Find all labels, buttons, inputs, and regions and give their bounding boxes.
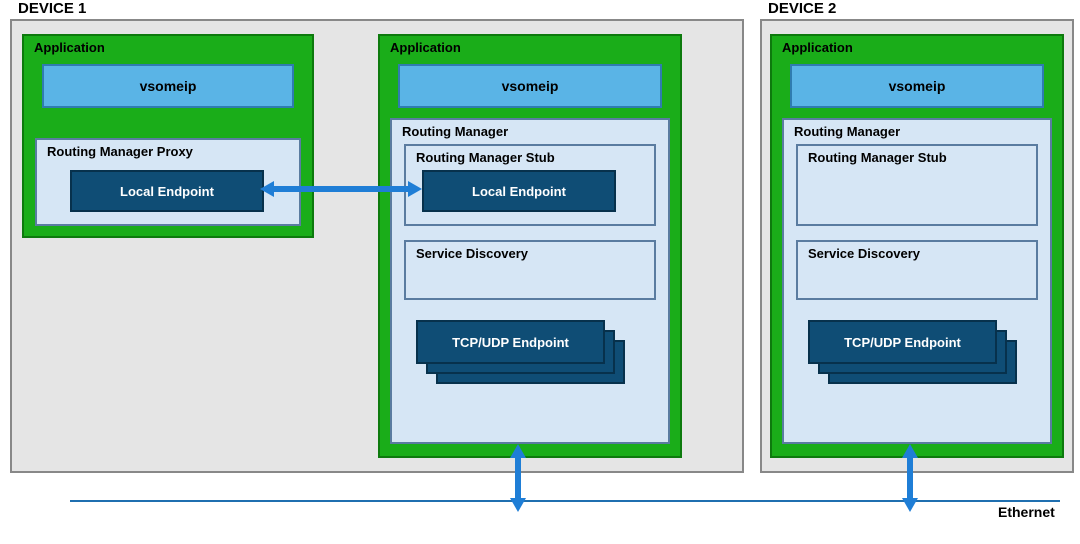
rm-label: Routing Manager xyxy=(794,124,900,139)
d1-app2-tcpudp: TCP/UDP Endpoint xyxy=(416,320,605,364)
application-label: Application xyxy=(782,40,853,55)
rm-label: Routing Manager xyxy=(402,124,508,139)
d1-app2-local-endpoint: Local Endpoint xyxy=(422,170,616,212)
local-endpoint-text: Local Endpoint xyxy=(120,184,214,199)
application-label: Application xyxy=(390,40,461,55)
d1-app2-vsomeip: vsomeip xyxy=(398,64,662,108)
arrow-head-down-icon xyxy=(510,498,526,512)
ethernet-label: Ethernet xyxy=(998,504,1055,520)
vsomeip-text: vsomeip xyxy=(140,78,197,94)
arrow-d2-ethernet xyxy=(907,458,913,498)
d1-app1-local-endpoint: Local Endpoint xyxy=(70,170,264,212)
d2-sd: Service Discovery xyxy=(796,240,1038,300)
arrow-head-up-icon xyxy=(902,444,918,458)
vsomeip-text: vsomeip xyxy=(502,78,559,94)
rmstub-label: Routing Manager Stub xyxy=(808,150,947,165)
d2-rmstub: Routing Manager Stub xyxy=(796,144,1038,226)
d1-app1-vsomeip: vsomeip xyxy=(42,64,294,108)
arrow-head-right-icon xyxy=(408,181,422,197)
vsomeip-text: vsomeip xyxy=(889,78,946,94)
tcpudp-text: TCP/UDP Endpoint xyxy=(844,335,961,350)
arrow-local-endpoints xyxy=(274,186,408,192)
rmproxy-label: Routing Manager Proxy xyxy=(47,144,193,159)
sd-label: Service Discovery xyxy=(416,246,528,261)
device2-label: DEVICE 2 xyxy=(768,0,836,17)
d1-app2-sd: Service Discovery xyxy=(404,240,656,300)
arrow-head-up-icon xyxy=(510,444,526,458)
local-endpoint-text: Local Endpoint xyxy=(472,184,566,199)
arrow-head-down-icon xyxy=(902,498,918,512)
tcpudp-text: TCP/UDP Endpoint xyxy=(452,335,569,350)
arrow-head-left-icon xyxy=(260,181,274,197)
application-label: Application xyxy=(34,40,105,55)
rmstub-label: Routing Manager Stub xyxy=(416,150,555,165)
arrow-d1-ethernet xyxy=(515,458,521,498)
d2-tcpudp: TCP/UDP Endpoint xyxy=(808,320,997,364)
sd-label: Service Discovery xyxy=(808,246,920,261)
device1-label: DEVICE 1 xyxy=(18,0,86,17)
d2-vsomeip: vsomeip xyxy=(790,64,1044,108)
